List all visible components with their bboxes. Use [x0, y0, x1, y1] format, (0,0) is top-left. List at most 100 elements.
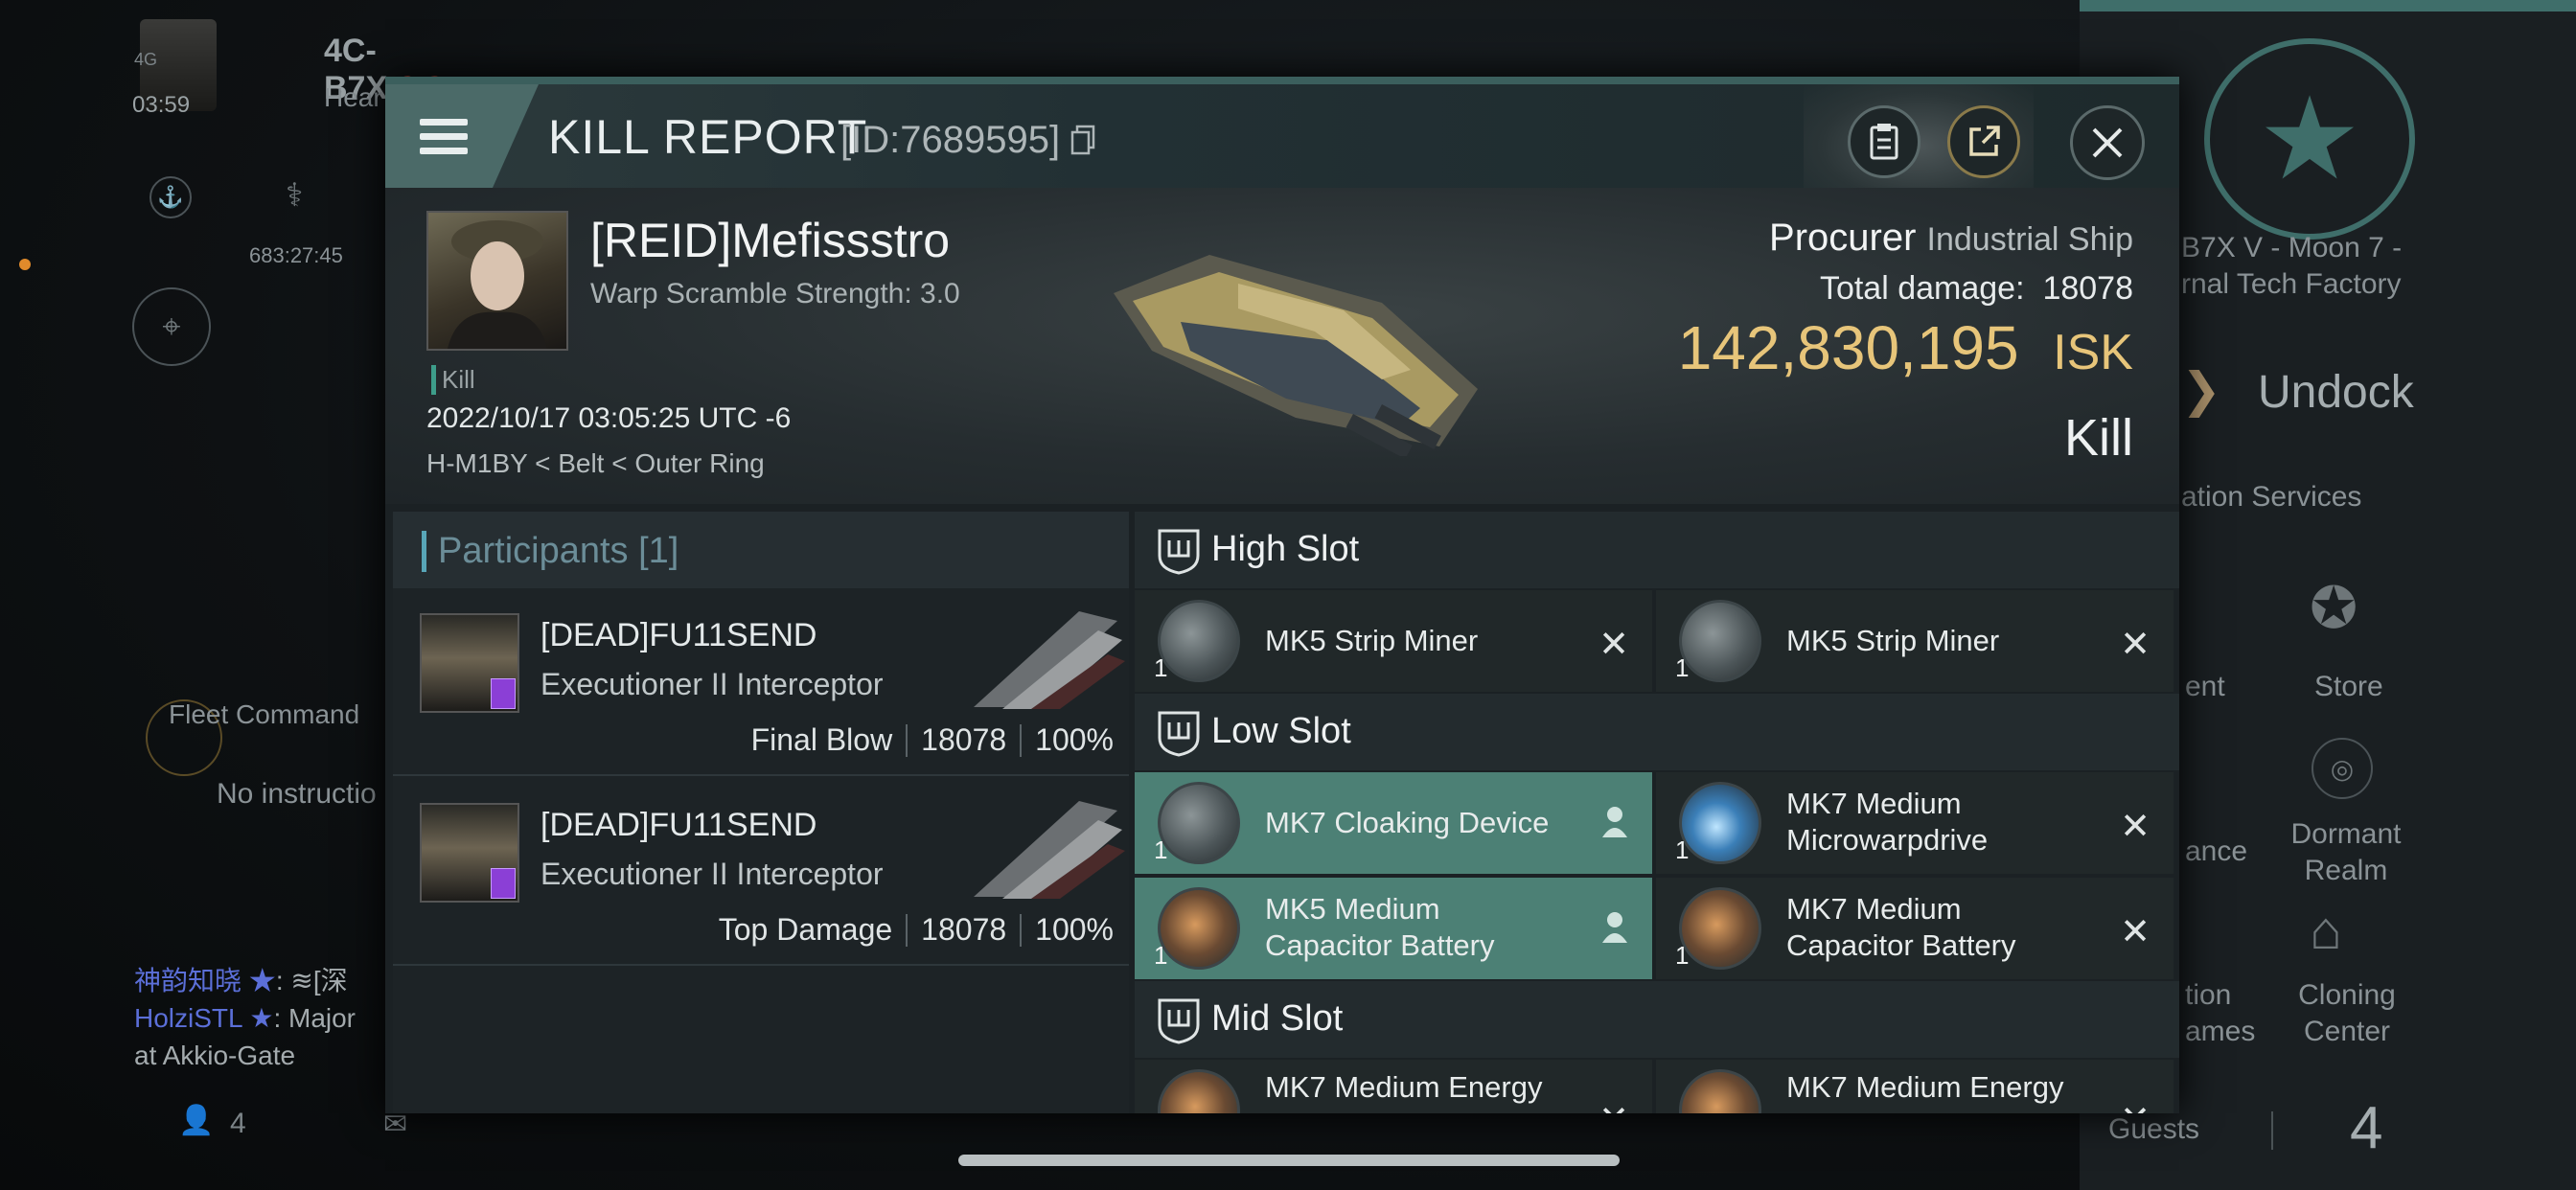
dormant-realm-label[interactable]: Dormant Realm	[2288, 816, 2404, 889]
participant-avatar[interactable]	[420, 613, 519, 713]
guests-count: 4	[2350, 1095, 2383, 1161]
destroyed-x-icon: ✕	[2120, 807, 2150, 847]
module-name-line: Microwarpdrive	[1786, 823, 1989, 857]
divider	[1020, 723, 1023, 757]
report-id[interactable]: [ID:7689595]	[840, 119, 1095, 162]
guests-label: Guests	[2108, 1113, 2200, 1145]
menu-icon	[420, 133, 468, 140]
high-slot-header: High Slot	[1135, 512, 2179, 588]
participant-role: Top Damage	[718, 912, 893, 947]
service-item[interactable]: ent	[2185, 671, 2225, 703]
participants-panel: Participants [1] [DEAD]FU11SEND Executio…	[393, 512, 1129, 1113]
location-pin-icon[interactable]: ⌖	[132, 287, 211, 366]
alert-dot	[19, 259, 31, 270]
victim-portrait[interactable]	[426, 211, 568, 351]
cloaking-device-icon	[1158, 782, 1240, 864]
destroyed-x-icon: ✕	[1598, 1098, 1629, 1113]
corporation-star-icon: ★	[2204, 38, 2415, 240]
divider	[1020, 913, 1023, 947]
module-name: MK7 Cloaking Device	[1265, 806, 1550, 839]
module-item[interactable]: 1 MK7 Medium Capacitor Battery ✕	[1656, 878, 2174, 979]
module-item[interactable]: MK7 Medium Energy ✕	[1656, 1060, 2174, 1113]
module-item[interactable]: 1 MK5 Strip Miner ✕	[1656, 590, 2174, 692]
energy-module-icon	[1158, 1069, 1240, 1113]
module-item[interactable]: MK7 Medium Energy ✕	[1135, 1060, 1652, 1113]
ship-name: Procurer	[1769, 217, 1917, 259]
isk-unit: ISK	[2053, 325, 2133, 380]
signal-label: 4G	[134, 50, 158, 69]
store-label[interactable]: Store	[2314, 671, 2383, 703]
module-item[interactable]: 1 MK5 Strip Miner ✕	[1135, 590, 1652, 692]
module-quantity: 1	[1154, 835, 1168, 864]
kill-report-dialog: KILL REPORT [ID:7689595] [REID]Mefissstr…	[385, 77, 2179, 1113]
store-icon[interactable]: ✪	[2310, 575, 2358, 642]
chat-user[interactable]: HolziSTL	[134, 1003, 242, 1033]
undock-chevron-icon[interactable]: ❯	[2181, 362, 2221, 418]
star-icon: ★	[249, 1003, 274, 1033]
module-name-line: MK5 Medium	[1265, 892, 1440, 926]
participant-ship-render	[974, 801, 1125, 899]
result-label: Kill	[2063, 409, 2133, 467]
warp-scramble-strength: Warp Scramble Strength: 3.0	[590, 278, 960, 309]
total-damage-label: Total damage:	[1819, 270, 2025, 307]
anchor-icon[interactable]: ⚓	[150, 176, 192, 218]
isk-amount: 142,830,195	[1677, 313, 2019, 382]
total-damage-value: 18078	[2042, 270, 2133, 307]
participant-row[interactable]: [DEAD]FU11SEND Executioner II Intercepto…	[393, 588, 1129, 776]
participant-percent: 100%	[1035, 912, 1114, 947]
clipboard-icon	[1870, 124, 1898, 160]
module-item[interactable]: 1 MK7 Cloaking Device	[1135, 772, 1652, 874]
cloning-icon[interactable]: ⌂	[2310, 899, 2342, 961]
close-icon	[2092, 127, 2123, 158]
menu-icon	[420, 148, 468, 154]
cloning-center-label[interactable]: Cloning Center	[2294, 977, 2400, 1050]
dormant-realm-icon[interactable]: ◎	[2312, 738, 2373, 799]
module-item[interactable]: 1 MK7 Medium Microwarpdrive ✕	[1656, 772, 2174, 874]
capacitor-battery-icon	[1679, 887, 1761, 970]
module-quantity: 1	[1154, 941, 1168, 970]
person-icon	[1602, 912, 1627, 943]
person-icon	[1602, 807, 1627, 837]
chat-user[interactable]: 神韵知晓	[134, 966, 242, 995]
copy-icon[interactable]	[1070, 125, 1095, 155]
participant-name: [DEAD]FU11SEND	[540, 807, 817, 843]
service-item[interactable]: tion ames	[2185, 977, 2271, 1050]
undock-button[interactable]: Undock	[2258, 366, 2414, 419]
person-icon[interactable]: 👤	[178, 1104, 214, 1137]
divider	[2271, 1111, 2273, 1150]
participant-stats: Top Damage 18078 100%	[719, 912, 1114, 948]
participants-header: Participants [1]	[393, 512, 1129, 588]
kill-datetime: 2022/10/17 03:05:25 UTC -6	[426, 402, 792, 434]
services-label: ation Services	[2181, 481, 2362, 513]
dna-icon[interactable]: ⚕	[286, 176, 303, 215]
high-slot-title: High Slot	[1211, 529, 1360, 569]
clipboard-button[interactable]	[1848, 105, 1920, 178]
module-quantity: 1	[1675, 653, 1690, 682]
participant-ship: Executioner II Interceptor	[540, 857, 884, 891]
chat-line: 神韵知晓 ★: ≋[深	[134, 966, 348, 995]
energy-module-icon	[1679, 1069, 1761, 1113]
participant-avatar[interactable]	[420, 803, 519, 903]
module-name-line: MK7 Medium	[1786, 787, 1962, 820]
participant-percent: 100%	[1035, 722, 1114, 757]
module-name: MK7 Medium Capacitor Battery	[1786, 891, 2016, 964]
participant-row[interactable]: [DEAD]FU11SEND Executioner II Intercepto…	[393, 778, 1129, 966]
divider	[906, 913, 908, 947]
shield-slot-icon	[1158, 711, 1200, 757]
chat-text: : Major	[273, 1003, 356, 1033]
home-indicator[interactable]	[958, 1155, 1620, 1166]
close-button[interactable]	[2070, 105, 2145, 180]
service-item[interactable]: ance	[2185, 835, 2247, 868]
share-button[interactable]	[1947, 105, 2020, 178]
destroyed-x-icon: ✕	[2120, 625, 2150, 665]
module-item[interactable]: 1 MK5 Medium Capacitor Battery	[1135, 878, 1652, 979]
total-damage: Total damage: 18078	[1820, 270, 2133, 308]
victim-name[interactable]: [REID]Mefissstro	[590, 213, 950, 268]
participant-stats: Final Blow 18078 100%	[751, 722, 1114, 758]
victim-ship[interactable]: Procurer Industrial Ship	[1769, 217, 2133, 260]
menu-button[interactable]	[385, 84, 539, 188]
module-name: MK7 Medium Energy	[1786, 1070, 2064, 1104]
module-name: MK7 Medium Energy	[1265, 1070, 1543, 1104]
module-name: MK7 Medium Microwarpdrive	[1786, 786, 1988, 858]
ship-type: Industrial Ship	[1926, 221, 2133, 258]
